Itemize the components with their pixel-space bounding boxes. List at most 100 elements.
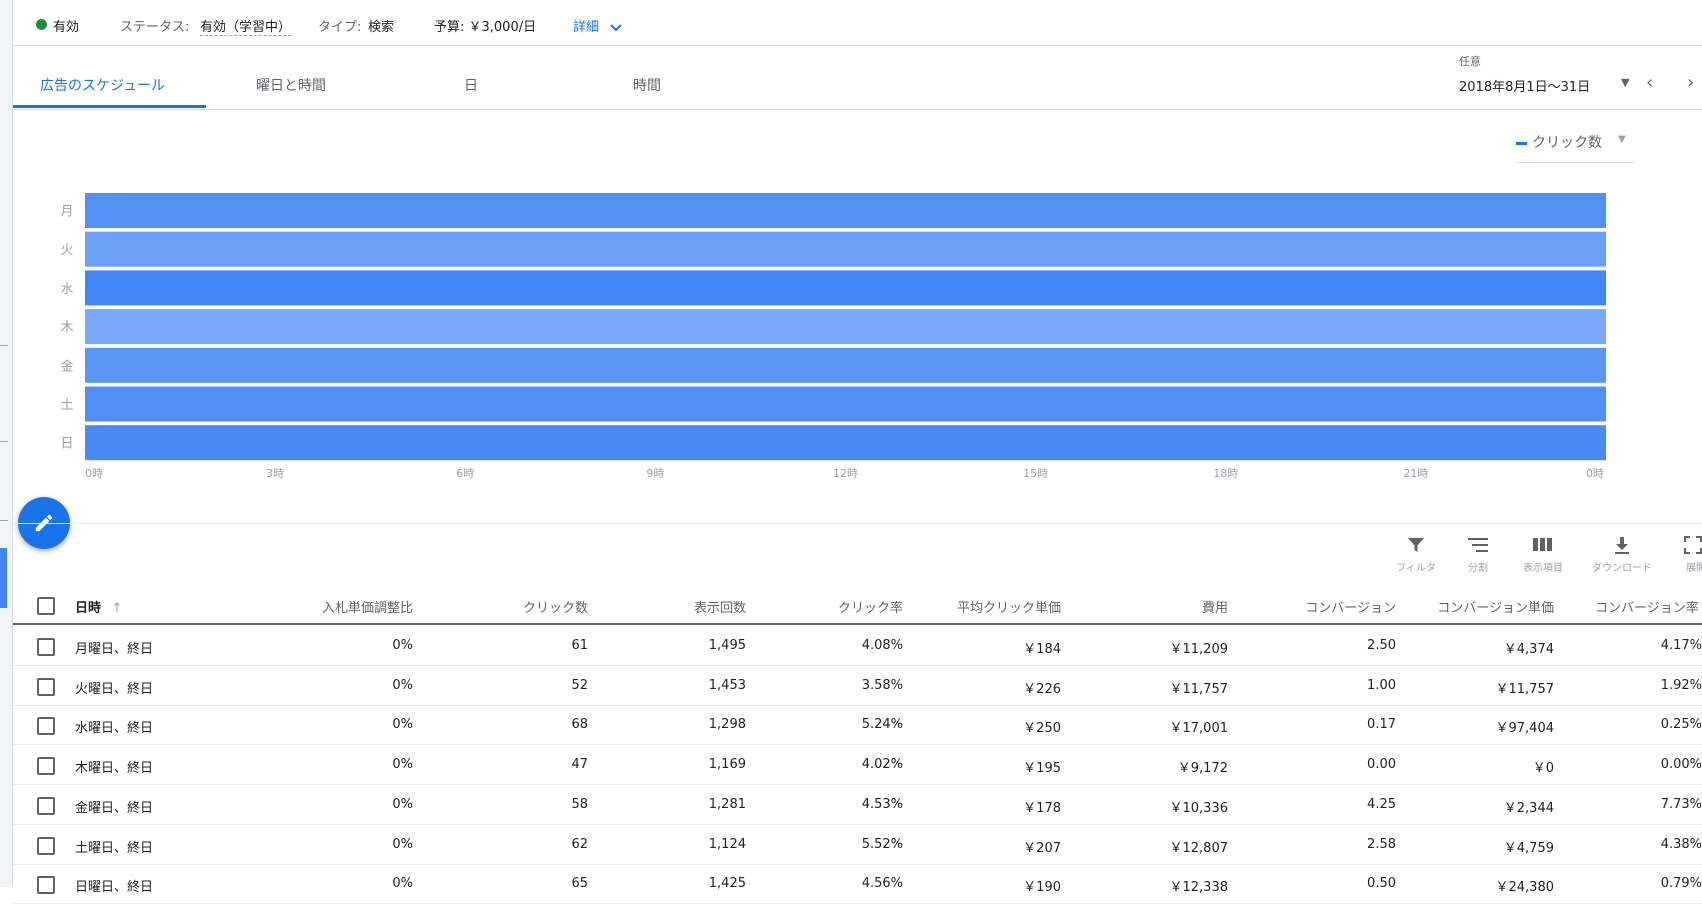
- row-checkbox[interactable]: [37, 836, 55, 855]
- table-cell: ￥0: [1532, 761, 1554, 777]
- table-cell: ￥10,336: [1169, 800, 1229, 816]
- table-cell: 1,495: [708, 638, 746, 653]
- row-checkbox[interactable]: [37, 638, 55, 656]
- table-cell: 0%: [392, 717, 413, 733]
- table-cell: ￥9,172: [1177, 761, 1228, 777]
- table-cell: 4.08%: [861, 638, 903, 653]
- table-cell: 日曜日、終日: [75, 880, 154, 896]
- column-header-conv-rate[interactable]: コンバージョン率: [1595, 597, 1699, 616]
- table-cell: ￥2,344: [1503, 800, 1554, 816]
- row-checkbox[interactable]: [37, 757, 55, 776]
- table-cell: ￥24,380: [1495, 880, 1555, 896]
- table-cell: 0%: [392, 677, 413, 693]
- row-checkbox[interactable]: [37, 717, 55, 736]
- table-cell: 0%: [392, 836, 413, 852]
- heatmap-band[interactable]: [85, 231, 1606, 267]
- y-tick-label: 水: [60, 282, 73, 297]
- table-row[interactable]: 月曜日、終日 0% 61 1,495 4.08% ￥184 ￥11,209 2.50 ￥4,37…: [13, 626, 1702, 666]
- y-tick-label: 月: [60, 205, 73, 220]
- table-cell: 0.00: [1367, 757, 1396, 773]
- table-row[interactable]: 土曜日、終日 0% 62 1,124 5.52% ￥207 ￥12,807 2.58 ￥4,75…: [13, 825, 1702, 865]
- expand-label: 展開: [1686, 563, 1702, 574]
- table-cell: 1.00: [1367, 677, 1396, 693]
- download-button[interactable]: ダウンロード: [1589, 535, 1655, 577]
- row-checkbox[interactable]: [37, 796, 55, 815]
- column-header-clicks[interactable]: クリック数: [523, 597, 588, 616]
- table-cell: 68: [571, 717, 588, 733]
- table-header-row: 日時 ↑ 入札単価調整比 クリック数 表示回数 クリック率 平均クリック単価 費…: [13, 585, 1702, 625]
- segment-button[interactable]: 分割: [1445, 535, 1511, 577]
- heatmap-band[interactable]: [85, 270, 1606, 306]
- x-tick-label: 0時: [85, 467, 103, 480]
- table-cell: ￥11,757: [1169, 681, 1229, 697]
- table-cell: ￥190: [1023, 880, 1061, 896]
- table-cell: 1,124: [708, 836, 746, 852]
- download-icon: [1615, 537, 1629, 554]
- column-header-cost[interactable]: 費用: [1202, 597, 1228, 616]
- table-cell: 4.53%: [861, 796, 903, 812]
- select-all-checkbox[interactable]: [37, 597, 55, 615]
- expand-button[interactable]: 展開: [1665, 535, 1702, 577]
- column-header-date[interactable]: 日時 ↑: [75, 597, 122, 616]
- table-cell: ￥11,757: [1495, 681, 1555, 697]
- table-cell: 1,169: [708, 757, 746, 773]
- table-cell: ￥207: [1023, 840, 1061, 856]
- left-edge-tick: [0, 520, 8, 521]
- table-cell: 月曜日、終日: [75, 642, 154, 657]
- table-cell: 0%: [392, 757, 413, 773]
- heatmap-band[interactable]: [85, 386, 1606, 422]
- column-header-cost-per-conv[interactable]: コンバージョン単価: [1437, 597, 1554, 616]
- table-cell: ￥12,338: [1169, 880, 1229, 896]
- table-cell: ￥250: [1023, 721, 1061, 737]
- x-tick-label: 12時: [833, 467, 858, 480]
- x-tick-label: 18時: [1213, 467, 1238, 480]
- expand-icon: [1684, 536, 1702, 554]
- table-row[interactable]: 木曜日、終日 0% 47 1,169 4.02% ￥195 ￥9,172 0.00 ￥0 0.00…: [13, 745, 1702, 786]
- table-cell: 2.50: [1367, 638, 1396, 653]
- table-cell: ￥17,001: [1169, 721, 1229, 737]
- heatmap-band[interactable]: [85, 309, 1606, 345]
- filter-icon: [1408, 538, 1424, 552]
- table-cell: 水曜日、終日: [75, 721, 154, 737]
- column-header-conversions[interactable]: コンバージョン: [1305, 597, 1396, 616]
- table-cell: 58: [571, 796, 588, 812]
- table-cell: 5.24%: [861, 717, 903, 733]
- table-cell: 61: [571, 638, 588, 653]
- table-cell: 0%: [392, 796, 413, 812]
- x-tick-label: 9時: [646, 467, 664, 480]
- column-header-ctr[interactable]: クリック率: [838, 597, 903, 616]
- table-cell: 0%: [392, 876, 413, 892]
- y-tick-label: 日: [60, 437, 73, 452]
- table-cell: 0.17: [1367, 717, 1396, 733]
- table-cell: 7.73%: [1660, 796, 1702, 812]
- y-tick-label: 火: [60, 243, 73, 258]
- table-cell: ￥4,759: [1503, 840, 1554, 856]
- table-cell: 1,453: [708, 677, 746, 693]
- table-cell: 47: [571, 757, 588, 773]
- column-header-avg-cpc[interactable]: 平均クリック単価: [957, 597, 1061, 616]
- columns-button[interactable]: 表示項目: [1510, 535, 1576, 577]
- heatmap-band[interactable]: [85, 193, 1606, 228]
- column-header-date-label: 日時: [75, 601, 102, 616]
- table-cell: 1,425: [708, 876, 746, 892]
- left-edge-tab[interactable]: [0, 548, 7, 608]
- table-row[interactable]: 水曜日、終日 0% 68 1,298 5.24% ￥250 ￥17,001 0.17 ￥97,4…: [13, 705, 1702, 746]
- columns-label: 表示項目: [1523, 563, 1563, 574]
- row-checkbox[interactable]: [37, 677, 55, 696]
- y-tick-label: 金: [60, 358, 73, 374]
- table-row[interactable]: 金曜日、終日 0% 58 1,281 4.53% ￥178 ￥10,336 4.25 ￥2,34…: [13, 785, 1702, 825]
- filter-label: フィルタ: [1396, 563, 1436, 574]
- heatmap-band[interactable]: [85, 347, 1606, 383]
- y-tick-label: 木: [60, 321, 73, 336]
- table-cell: ￥97,404: [1495, 721, 1555, 737]
- row-checkbox[interactable]: [37, 876, 55, 895]
- column-header-bid-adj[interactable]: 入札単価調整比: [322, 597, 413, 616]
- x-tick-label: 0時: [1586, 467, 1604, 480]
- table-cell: 4.56%: [861, 876, 903, 892]
- table-row[interactable]: 日曜日、終日 0% 65 1,425 4.56% ￥190 ￥12,338 0.50 ￥24,3…: [13, 864, 1702, 904]
- filter-button[interactable]: フィルタ: [1383, 535, 1449, 577]
- column-header-impressions[interactable]: 表示回数: [694, 597, 746, 616]
- heatmap-band[interactable]: [85, 425, 1606, 461]
- table-row[interactable]: 火曜日、終日 0% 52 1,453 3.58% ￥226 ￥11,757 1.00 ￥11,7…: [13, 666, 1702, 706]
- table-cell: 52: [571, 677, 588, 693]
